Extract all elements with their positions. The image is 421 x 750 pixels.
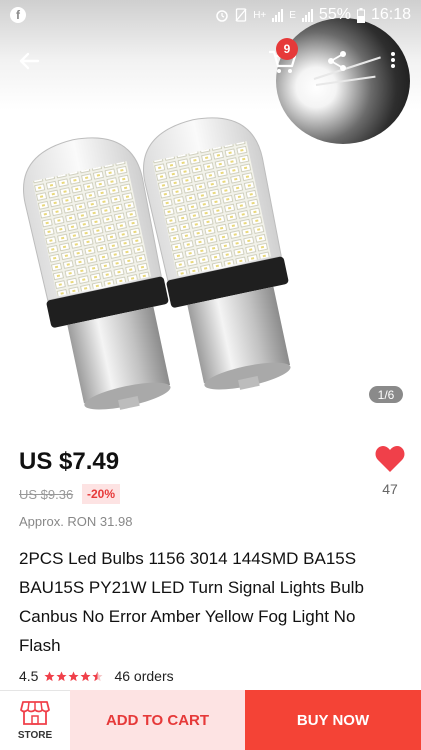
- bottom-action-bar: STORE ADD TO CART BUY NOW: [0, 690, 421, 750]
- network-type-1: H+: [253, 9, 267, 21]
- store-button[interactable]: STORE: [0, 690, 70, 750]
- status-bar: f H+ E 55% 16:18: [0, 0, 421, 30]
- store-label: STORE: [17, 730, 53, 741]
- image-counter: 1/6: [369, 386, 403, 403]
- signal-icon-2: [301, 8, 313, 22]
- share-button[interactable]: [326, 50, 348, 72]
- star-icon: [44, 670, 56, 681]
- discount-badge: -20%: [82, 484, 121, 504]
- preview-bubble: [276, 18, 410, 144]
- price: US $7.49: [19, 448, 120, 475]
- network-type-2: E: [289, 9, 296, 21]
- star-icon: [80, 670, 92, 681]
- orders-count: 46 orders: [114, 668, 174, 684]
- product-image-gallery[interactable]: [0, 0, 421, 420]
- battery-icon: [356, 7, 365, 23]
- status-left: f: [10, 7, 26, 23]
- star-icon: [56, 670, 68, 681]
- rating-stars: [44, 670, 104, 682]
- original-price: US $9.36: [19, 487, 74, 502]
- alarm-icon: [216, 10, 228, 22]
- signal-icon-1: [272, 8, 284, 22]
- wishlist-count: 47: [382, 481, 398, 497]
- status-right: H+ E 55% 16:18: [215, 6, 411, 24]
- star-half-icon: [92, 670, 104, 681]
- product-title: 2PCS Led Bulbs 1156 3014 144SMD BA15S BA…: [19, 549, 364, 655]
- back-button[interactable]: [14, 46, 44, 76]
- add-to-cart-button[interactable]: ADD TO CART: [70, 690, 245, 750]
- rating-value: 4.5: [19, 668, 39, 684]
- star-icon: [68, 670, 80, 681]
- clock: 16:18: [370, 6, 411, 23]
- battery-level: 55%: [318, 6, 351, 23]
- buy-now-button[interactable]: BUY NOW: [245, 690, 421, 750]
- cart-count-badge: 9: [276, 38, 298, 60]
- approx-price: Approx. RON 31.98: [19, 514, 133, 529]
- rating-row[interactable]: 4.5 46 orders: [19, 668, 174, 684]
- no-sim-icon: [235, 8, 247, 22]
- wishlist-heart-icon[interactable]: [375, 445, 405, 473]
- more-options-button[interactable]: [388, 50, 398, 72]
- store-icon: [20, 701, 50, 725]
- bubble-wire: [315, 75, 376, 86]
- facebook-icon: f: [10, 7, 26, 23]
